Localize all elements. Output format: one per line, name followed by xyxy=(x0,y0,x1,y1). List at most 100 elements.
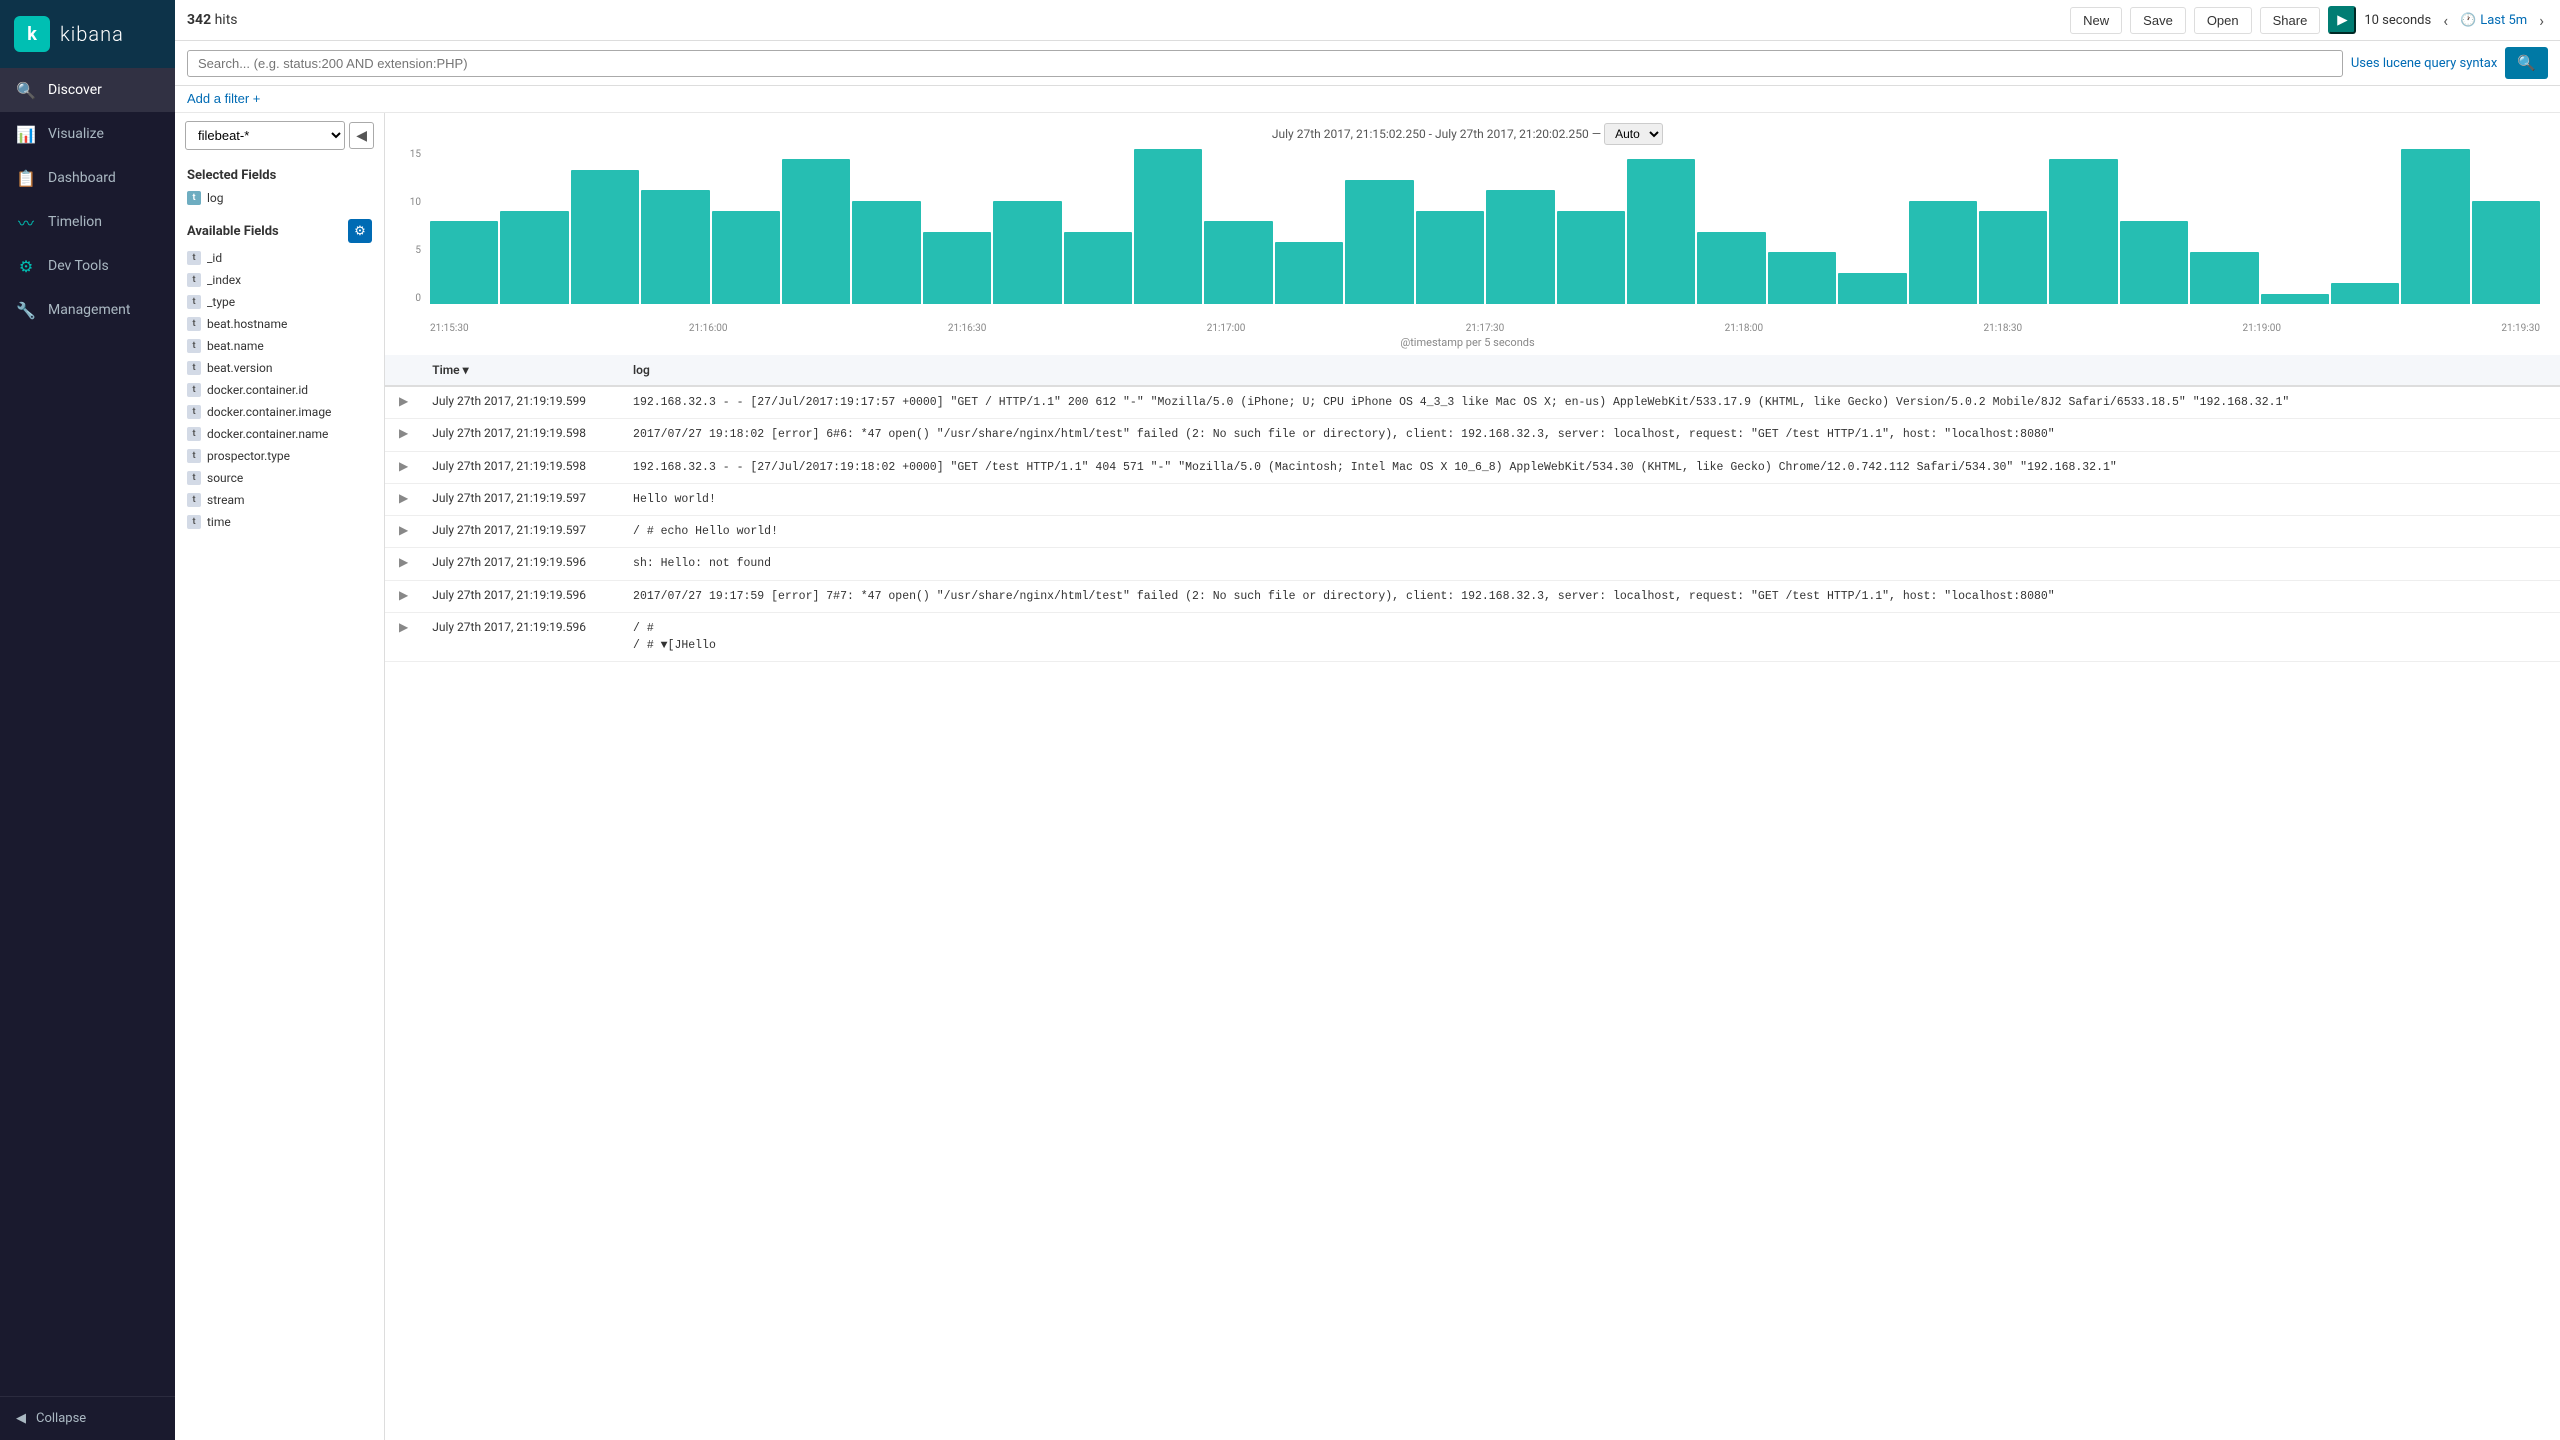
prev-interval-button[interactable]: ‹ xyxy=(2439,7,2452,34)
open-button[interactable]: Open xyxy=(2194,7,2252,34)
field-type-badge: t xyxy=(187,191,201,205)
auto-interval-select[interactable]: Auto xyxy=(1604,123,1663,145)
available-field-_id[interactable]: t_id xyxy=(175,247,384,269)
searchbar: Uses lucene query syntax 🔍 xyxy=(175,41,2560,86)
time-cell: July 27th 2017, 21:19:19.599 xyxy=(422,386,623,419)
chart-bar xyxy=(2261,294,2329,304)
available-field-docker-container-image[interactable]: t docker.container.image xyxy=(175,401,384,423)
expand-cell: ▶ xyxy=(385,386,422,419)
interval-section: 10 seconds xyxy=(2364,13,2431,28)
collapse-button[interactable]: ◀ Collapse xyxy=(0,1396,175,1440)
collapse-label: Collapse xyxy=(36,1411,86,1426)
field-name: docker.container.image xyxy=(207,405,331,419)
available-field-_type[interactable]: t_type xyxy=(175,291,384,313)
play-button[interactable]: ▶ xyxy=(2328,6,2356,34)
selected-field-log[interactable]: t log xyxy=(175,187,384,209)
field-type-badge: t xyxy=(187,317,201,331)
sidebar-item-management[interactable]: 🔧 Management xyxy=(0,288,175,332)
sidebar-item-dev-tools[interactable]: ⚙ Dev Tools xyxy=(0,244,175,288)
table-row: ▶ July 27th 2017, 21:19:19.596 2017/07/2… xyxy=(385,580,2560,612)
field-type-badge: t xyxy=(187,405,201,419)
sidebar-item-visualize[interactable]: 📊 Visualize xyxy=(0,112,175,156)
time-cell: July 27th 2017, 21:19:19.597 xyxy=(422,516,623,548)
save-button[interactable]: Save xyxy=(2130,7,2186,34)
time-range-label: Last 5m xyxy=(2480,13,2527,28)
search-button[interactable]: 🔍 xyxy=(2505,47,2548,79)
new-button[interactable]: New xyxy=(2070,7,2122,34)
time-cell: July 27th 2017, 21:19:19.596 xyxy=(422,580,623,612)
expand-row-button[interactable]: ▶ xyxy=(395,588,412,602)
dashboard-icon: 📋 xyxy=(16,168,36,188)
chart-bar xyxy=(2472,201,2540,304)
chart-area: July 27th 2017, 21:15:02.250 - July 27th… xyxy=(385,113,2560,355)
table-row: ▶ July 27th 2017, 21:19:19.597 Hello wor… xyxy=(385,483,2560,515)
chart-bar xyxy=(1979,211,2047,304)
right-panel: July 27th 2017, 21:15:02.250 - July 27th… xyxy=(385,113,2560,1440)
available-field-beat-name[interactable]: tbeat.name xyxy=(175,335,384,357)
expand-row-button[interactable]: ▶ xyxy=(395,555,412,569)
chart-bar xyxy=(852,201,920,304)
chart-bar xyxy=(2049,159,2117,304)
collapse-arrow-icon: ◀ xyxy=(16,1411,26,1426)
available-field-docker-container-id[interactable]: tdocker.container.id xyxy=(175,379,384,401)
sidebar-item-timelion[interactable]: 〰 Timelion xyxy=(0,200,175,244)
chart-bar xyxy=(993,201,1061,304)
discover-icon: 🔍 xyxy=(16,80,36,100)
expand-cell: ▶ xyxy=(385,612,422,662)
chart-bar xyxy=(923,232,991,304)
available-field-_index[interactable]: t_index xyxy=(175,269,384,291)
expand-cell: ▶ xyxy=(385,580,422,612)
filter-bar: Add a filter + xyxy=(175,86,2560,113)
available-field-time[interactable]: ttime xyxy=(175,511,384,533)
sidebar-item-dashboard[interactable]: 📋 Dashboard xyxy=(0,156,175,200)
expand-cell: ▶ xyxy=(385,451,422,483)
chart-x-labels: 21:15:30 21:16:00 21:16:30 21:17:00 21:1… xyxy=(430,323,2540,334)
expand-row-button[interactable]: ▶ xyxy=(395,523,412,537)
expand-row-button[interactable]: ▶ xyxy=(395,491,412,505)
expand-row-button[interactable]: ▶ xyxy=(395,426,412,440)
sidebar-logo: k kibana xyxy=(0,0,175,68)
expand-row-button[interactable]: ▶ xyxy=(395,394,412,408)
chart-bar xyxy=(2331,283,2399,304)
add-filter-button[interactable]: Add a filter + xyxy=(187,91,260,106)
sidebar-item-discover[interactable]: 🔍 Discover xyxy=(0,68,175,112)
time-range-picker[interactable]: 🕐 Last 5m xyxy=(2460,13,2527,28)
chart-bar xyxy=(712,211,780,304)
management-icon: 🔧 xyxy=(16,300,36,320)
chart-bar xyxy=(1697,232,1765,304)
chart-bar xyxy=(1557,211,1625,304)
back-button[interactable]: ◀ xyxy=(349,122,374,149)
selected-fields-title: Selected Fields xyxy=(175,158,384,187)
available-field-beat-hostname[interactable]: tbeat.hostname xyxy=(175,313,384,335)
table-row: ▶ July 27th 2017, 21:19:19.598 192.168.3… xyxy=(385,451,2560,483)
clock-icon: 🕐 xyxy=(2460,13,2476,28)
available-field-source[interactable]: tsource xyxy=(175,467,384,489)
field-name: beat.name xyxy=(207,339,264,353)
available-field-beat-version[interactable]: tbeat.version xyxy=(175,357,384,379)
field-type-badge: t xyxy=(187,515,201,529)
main-content: 342 hits New Save Open Share ▶ 10 second… xyxy=(175,0,2560,1440)
log-col-header: log xyxy=(623,355,2560,386)
lucene-link[interactable]: Uses lucene query syntax xyxy=(2351,56,2497,71)
available-field-prospector-type[interactable]: tprospector.type xyxy=(175,445,384,467)
next-interval-button[interactable]: › xyxy=(2535,7,2548,34)
expand-row-button[interactable]: ▶ xyxy=(395,459,412,473)
field-type-badge: t xyxy=(187,427,201,441)
chart-container: 15 10 5 0 21:15:30 21:16:00 21:16:30 21:… xyxy=(395,149,2540,334)
available-fields-gear-button[interactable]: ⚙ xyxy=(348,219,372,243)
search-input[interactable] xyxy=(198,56,2332,71)
field-name: _type xyxy=(207,295,235,309)
chart-y-axis: 15 10 5 0 xyxy=(395,149,425,304)
expand-row-button[interactable]: ▶ xyxy=(395,620,412,634)
log-cell: 2017/07/27 19:18:02 [error] 6#6: *47 ope… xyxy=(623,419,2560,451)
time-cell: July 27th 2017, 21:19:19.597 xyxy=(422,483,623,515)
field-name: stream xyxy=(207,493,245,507)
available-field-stream[interactable]: tstream xyxy=(175,489,384,511)
share-button[interactable]: Share xyxy=(2260,7,2321,34)
sidebar-item-discover-label: Discover xyxy=(48,82,102,98)
time-col-header[interactable]: Time ▾ xyxy=(422,355,623,386)
available-field-docker-container-name[interactable]: tdocker.container.name xyxy=(175,423,384,445)
table-row: ▶ July 27th 2017, 21:19:19.599 192.168.3… xyxy=(385,386,2560,419)
field-name: _id xyxy=(207,251,222,265)
index-pattern-dropdown[interactable]: filebeat-* xyxy=(185,121,345,150)
